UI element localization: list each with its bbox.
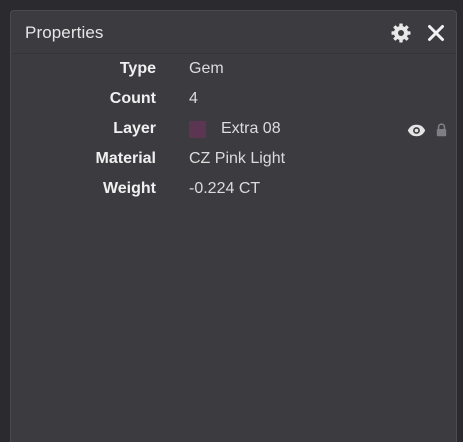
- property-label-material: Material: [95, 150, 156, 167]
- property-row-material: Material CZ Pink Light: [11, 146, 456, 176]
- layer-color-swatch[interactable]: [189, 121, 206, 138]
- panel-header: Properties: [11, 11, 456, 53]
- property-label-layer: Layer: [113, 120, 156, 137]
- property-value-material: CZ Pink Light: [189, 150, 286, 167]
- property-label-type: Type: [119, 60, 156, 77]
- gear-icon: [391, 23, 411, 43]
- settings-button[interactable]: [389, 21, 413, 45]
- property-row-layer: Layer Extra 08: [11, 116, 456, 146]
- eye-icon: [407, 124, 425, 136]
- panel-title: Properties: [25, 23, 104, 42]
- property-row-count: Count 4: [11, 86, 456, 116]
- close-button[interactable]: [424, 21, 448, 45]
- property-value-type: Gem: [189, 60, 224, 77]
- property-value-count: 4: [189, 90, 198, 107]
- lock-icon: [436, 123, 446, 137]
- close-icon: [428, 25, 444, 41]
- property-row-weight: Weight -0.224 CT: [11, 176, 456, 206]
- properties-panel: Properties Type Gem Count 4 Layer Extra …: [10, 10, 457, 442]
- property-label-count: Count: [109, 90, 156, 107]
- property-value-weight: -0.224 CT: [189, 180, 261, 197]
- properties-list: Type Gem Count 4 Layer Extra 08 Material…: [11, 56, 456, 206]
- property-row-type: Type Gem: [11, 56, 456, 86]
- layer-visibility-toggle[interactable]: [406, 121, 426, 139]
- header-divider: [11, 53, 456, 54]
- property-value-layer[interactable]: Extra 08: [221, 120, 281, 138]
- layer-lock-toggle[interactable]: [434, 121, 448, 139]
- property-label-weight: Weight: [102, 180, 156, 197]
